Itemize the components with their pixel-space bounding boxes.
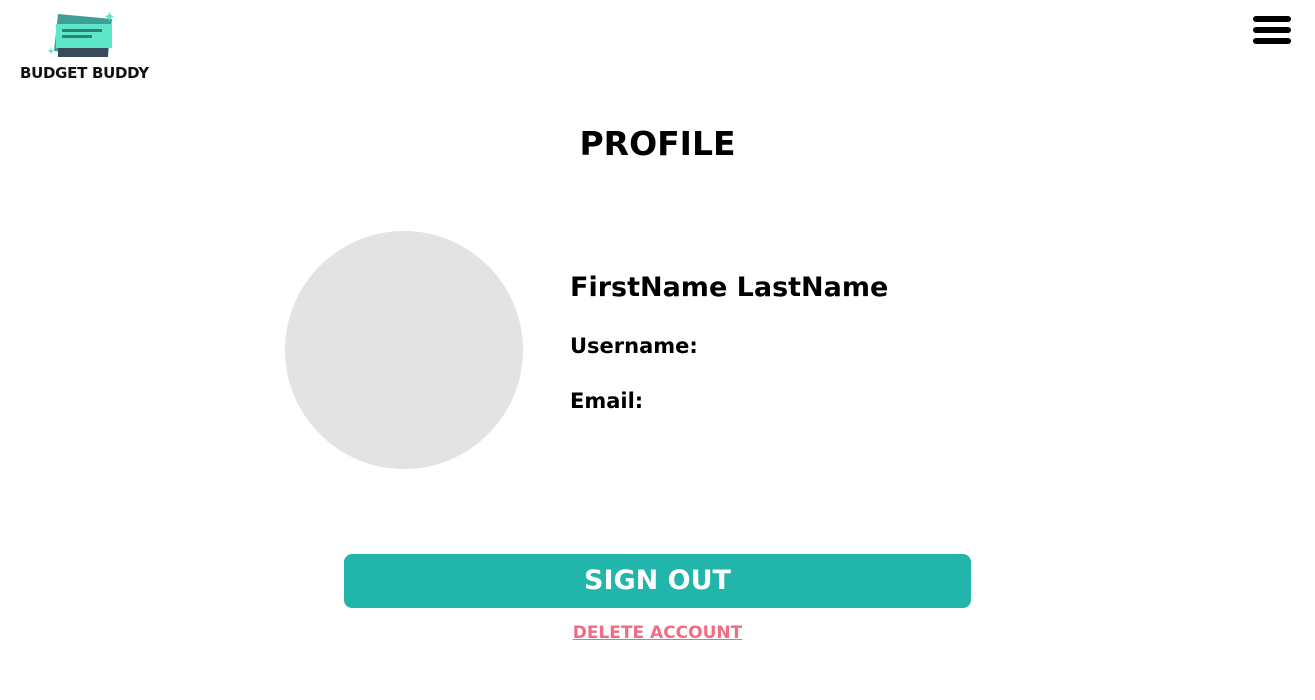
profile-info: FirstName LastName Username: Email: [570, 272, 889, 413]
delete-account-container: DELETE ACCOUNT [0, 623, 1315, 643]
full-name: FirstName LastName [570, 272, 889, 303]
email-row: Email: [570, 389, 649, 413]
sign-out-button[interactable]: SIGN OUT [344, 554, 971, 608]
email-label: Email: [570, 389, 644, 413]
menu-bar [1253, 27, 1291, 33]
profile-page: BUDGET BUDDY PROFILE FirstName LastName … [0, 0, 1315, 700]
hamburger-menu-icon[interactable] [1253, 16, 1293, 46]
logo-link[interactable]: BUDGET BUDDY [20, 12, 150, 84]
menu-bar [1253, 38, 1291, 44]
username-label: Username: [570, 334, 698, 358]
delete-account-link[interactable]: DELETE ACCOUNT [573, 623, 743, 643]
money-bills-icon [48, 12, 114, 57]
page-title: PROFILE [579, 124, 736, 163]
menu-bar [1253, 16, 1291, 22]
avatar [285, 231, 523, 469]
logo-text: BUDGET BUDDY [20, 64, 149, 82]
username-row: Username: [570, 334, 704, 358]
